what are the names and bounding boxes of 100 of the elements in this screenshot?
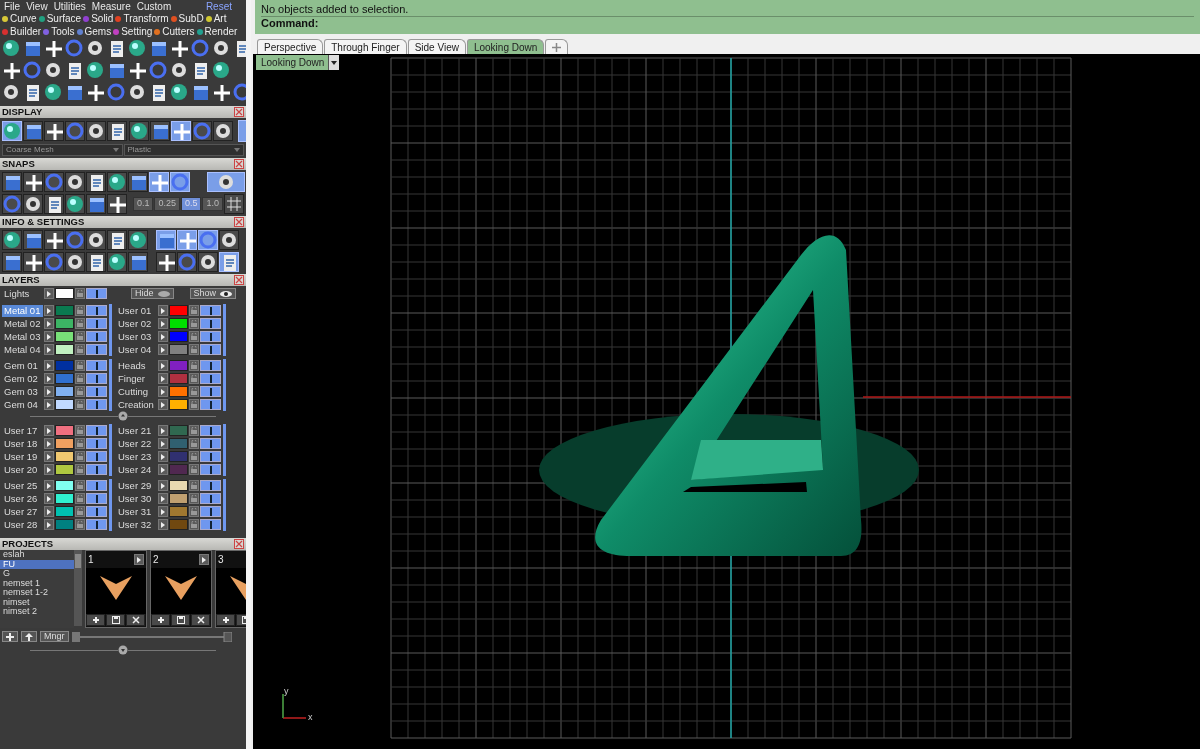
layer-name[interactable]: Lights: [2, 287, 43, 300]
show-button[interactable]: Show: [189, 288, 237, 299]
tool-button[interactable]: [107, 230, 127, 250]
toolbar-button[interactable]: [191, 83, 211, 103]
layer-scrollbar[interactable]: [109, 304, 112, 356]
thumbnail-action-button[interactable]: [106, 614, 125, 626]
snap-tool-button[interactable]: [44, 194, 64, 214]
layer-name[interactable]: User 23: [116, 450, 157, 463]
visibility-toggle[interactable]: [86, 480, 107, 491]
toolbar-button[interactable]: [65, 83, 85, 103]
layer-menu-button[interactable]: [44, 493, 54, 504]
project-item[interactable]: G: [0, 569, 74, 579]
layer-menu-button[interactable]: [158, 360, 168, 371]
toolbar-button[interactable]: [128, 39, 148, 59]
visibility-toggle[interactable]: [86, 399, 107, 410]
snap-tool-button[interactable]: [65, 194, 85, 214]
category-tab[interactable]: Transform: [123, 11, 169, 26]
layer-name[interactable]: User 32: [116, 518, 157, 531]
visibility-toggle[interactable]: [86, 506, 107, 517]
project-item[interactable]: eslah: [0, 550, 74, 560]
layer-menu-button[interactable]: [158, 493, 168, 504]
viewport-tab[interactable]: Looking Down: [466, 39, 545, 54]
layer-name[interactable]: Finger: [116, 372, 157, 385]
visibility-toggle[interactable]: [86, 331, 107, 342]
layer-menu-button[interactable]: [158, 451, 168, 462]
visibility-toggle[interactable]: [200, 464, 221, 475]
visibility-toggle[interactable]: [200, 480, 221, 491]
layer-name[interactable]: Cutting: [116, 385, 157, 398]
thumbnail-action-button[interactable]: [191, 614, 210, 626]
project-item[interactable]: nimset: [0, 597, 74, 607]
visibility-toggle[interactable]: [86, 519, 107, 530]
snap-tool-button[interactable]: [86, 194, 106, 214]
layer-name[interactable]: User 28: [2, 518, 43, 531]
visibility-toggle[interactable]: [200, 373, 221, 384]
visibility-toggle[interactable]: [86, 493, 107, 504]
layer-menu-button[interactable]: [44, 288, 54, 299]
layer-name[interactable]: User 30: [116, 492, 157, 505]
visibility-toggle[interactable]: [200, 451, 221, 462]
thumbnail-action-button[interactable]: [86, 614, 105, 626]
layer-name[interactable]: User 04: [116, 343, 157, 356]
layer-menu-button[interactable]: [158, 464, 168, 475]
viewport-tab[interactable]: Through Finger: [324, 39, 407, 54]
visibility-toggle[interactable]: [86, 344, 107, 355]
category-tab[interactable]: Solid: [91, 11, 114, 26]
tool-button[interactable]: [23, 121, 43, 141]
layer-name[interactable]: User 25: [2, 479, 43, 492]
layer-menu-button[interactable]: [44, 360, 54, 371]
visibility-toggle[interactable]: [200, 425, 221, 436]
layer-name[interactable]: Gem 02: [2, 372, 43, 385]
layer-menu-button[interactable]: [44, 305, 54, 316]
tool-button[interactable]: [2, 230, 22, 250]
visibility-toggle[interactable]: [86, 451, 107, 462]
visibility-toggle[interactable]: [200, 506, 221, 517]
layer-name[interactable]: User 20: [2, 463, 43, 476]
layer-name[interactable]: User 21: [116, 424, 157, 437]
visibility-toggle[interactable]: [200, 344, 221, 355]
category-tab[interactable]: Builder: [10, 24, 42, 39]
layer-scrollbar[interactable]: [223, 479, 226, 531]
visibility-toggle[interactable]: [200, 360, 221, 371]
add-tab-button[interactable]: [545, 39, 569, 54]
visibility-toggle[interactable]: [86, 305, 107, 316]
thumbnail-action-button[interactable]: [216, 614, 235, 626]
increment-button[interactable]: 0.1: [132, 197, 154, 211]
layer-menu-button[interactable]: [44, 519, 54, 530]
tool-button[interactable]: [107, 252, 127, 272]
visibility-toggle[interactable]: [86, 438, 107, 449]
layer-menu-button[interactable]: [44, 386, 54, 397]
layer-name[interactable]: Heads: [116, 359, 157, 372]
visibility-toggle[interactable]: [200, 399, 221, 410]
reset-link[interactable]: Reset: [205, 0, 232, 14]
grid-snap-button[interactable]: [224, 194, 244, 214]
toolbar-button[interactable]: [107, 61, 127, 81]
visibility-toggle[interactable]: [200, 519, 221, 530]
layer-menu-button[interactable]: [158, 386, 168, 397]
layer-menu-button[interactable]: [158, 344, 168, 355]
layer-menu-button[interactable]: [158, 373, 168, 384]
tool-button[interactable]: [128, 230, 148, 250]
tool-button[interactable]: [86, 252, 106, 272]
menu-item[interactable]: Custom: [136, 0, 172, 14]
layer-name[interactable]: User 24: [116, 463, 157, 476]
tool-button[interactable]: [128, 172, 148, 192]
viewport-tab[interactable]: Side View: [407, 39, 466, 54]
visibility-toggle[interactable]: [200, 318, 221, 329]
visibility-toggle[interactable]: [200, 386, 221, 397]
layer-name[interactable]: User 02: [116, 317, 157, 330]
visibility-toggle[interactable]: [86, 373, 107, 384]
layer-menu-button[interactable]: [44, 318, 54, 329]
visibility-toggle[interactable]: [86, 386, 107, 397]
visibility-toggle[interactable]: [86, 318, 107, 329]
category-tab[interactable]: Art: [213, 11, 227, 26]
project-item[interactable]: nimset 2: [0, 607, 74, 617]
layer-scrollbar[interactable]: [109, 359, 112, 411]
category-tab[interactable]: Surface: [46, 11, 82, 26]
layer-menu-button[interactable]: [44, 399, 54, 410]
layer-menu-button[interactable]: [158, 480, 168, 491]
thumbnail-action-button[interactable]: [151, 614, 170, 626]
visibility-toggle[interactable]: [86, 288, 107, 299]
toolbar-button[interactable]: [86, 61, 106, 81]
manager-button[interactable]: Mngr: [40, 631, 69, 642]
layer-menu-button[interactable]: [44, 451, 54, 462]
